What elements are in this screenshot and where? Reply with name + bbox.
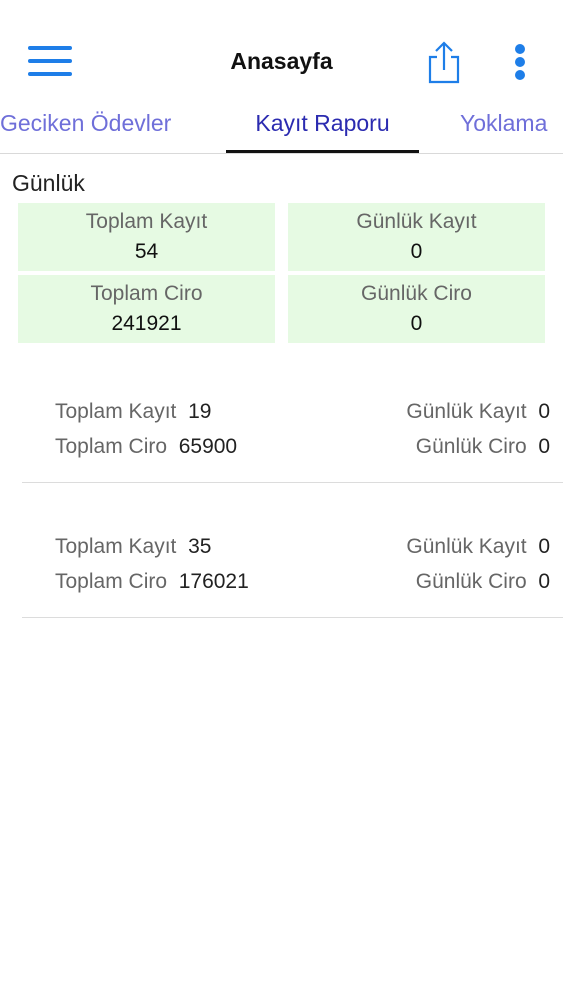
card-value: 241921	[111, 312, 182, 335]
card-label: Toplam Ciro	[90, 282, 203, 305]
list-divider	[22, 617, 563, 618]
summary-card-total-revenue: Toplam Ciro 241921	[18, 275, 275, 343]
summary-card-total-registration: Toplam Kayıt 54	[18, 203, 275, 271]
tab-kayit-raporu[interactable]: Kayıt Raporu	[226, 110, 419, 137]
summary-card-daily-revenue: Günlük Ciro 0	[288, 275, 545, 343]
card-value: 54	[134, 240, 159, 263]
card-label: Günlük Kayıt	[356, 210, 477, 233]
share-button[interactable]	[426, 40, 462, 84]
total-revenue-row: Toplam Ciro 65900	[55, 435, 238, 458]
total-registration-row: Toplam Kayıt 35	[55, 535, 212, 558]
daily-revenue-row: Günlük Ciro 0	[415, 570, 550, 593]
daily-registration-row: Günlük Kayıt 0	[406, 400, 550, 423]
tab-yoklama[interactable]: Yoklama	[460, 110, 547, 137]
list-divider	[22, 482, 563, 483]
summary-card-daily-registration: Günlük Kayıt 0	[288, 203, 545, 271]
page-title: Anasayfa	[230, 48, 333, 74]
section-title: Günlük	[12, 170, 85, 196]
daily-revenue-row: Günlük Ciro 0	[415, 435, 550, 458]
card-label: Toplam Kayıt	[85, 210, 208, 233]
tab-bar: Geciken Ödevler Kayıt Raporu Yoklama	[0, 100, 563, 154]
tab-geciken-odevler[interactable]: Geciken Ödevler	[0, 110, 171, 137]
card-label: Günlük Ciro	[361, 282, 472, 305]
navigation-bar: Anasayfa	[0, 0, 563, 100]
share-icon	[428, 41, 460, 84]
active-tab-indicator	[226, 150, 419, 153]
total-revenue-row: Toplam Ciro 176021	[55, 570, 249, 593]
card-value: 0	[410, 312, 423, 335]
card-value: 0	[410, 240, 423, 263]
more-button[interactable]	[506, 42, 534, 82]
daily-registration-row: Günlük Kayıt 0	[406, 535, 550, 558]
total-registration-row: Toplam Kayıt 19	[55, 400, 212, 423]
more-vertical-icon	[515, 44, 525, 54]
